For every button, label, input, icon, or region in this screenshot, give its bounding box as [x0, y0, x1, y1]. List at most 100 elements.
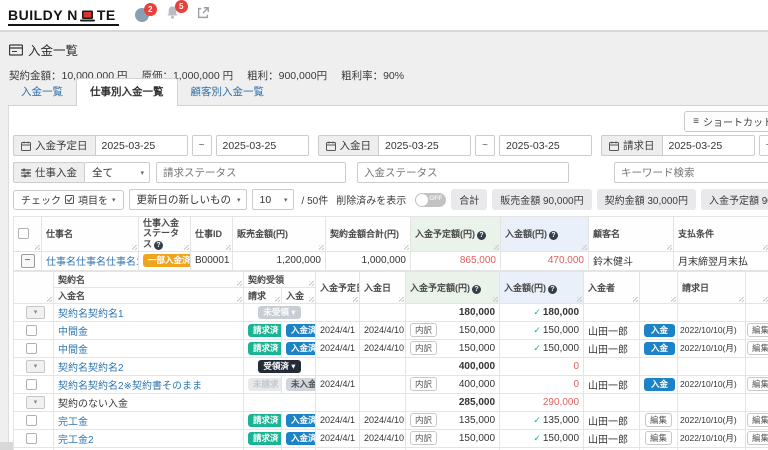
invoice-status-cell: 請求済 [244, 339, 282, 357]
date-to-input[interactable] [499, 135, 592, 156]
breakdown-button[interactable]: 内訳 [410, 323, 437, 337]
job-name-link[interactable]: 仕事名仕事名仕事名1 [46, 257, 139, 268]
expected-amount-text: 135,000 [459, 415, 495, 426]
payment-name-link[interactable]: 中間金 [58, 345, 88, 356]
breakdown-button[interactable]: 内訳 [410, 413, 437, 427]
total-chip: 販売金額 90,000円 [492, 189, 591, 210]
edit-button[interactable]: 編集 [645, 431, 672, 445]
calendar-icon [21, 141, 31, 151]
total-count-text: / 50件 [302, 192, 329, 207]
payment-name-link[interactable]: 完工金2 [58, 435, 94, 446]
row-checkbox[interactable] [26, 415, 37, 426]
chevron-down-button[interactable]: ▾ [26, 396, 45, 409]
page-size-value: 10 [260, 194, 272, 206]
expected-amount-text: 150,000 [459, 325, 495, 336]
row-checkbox[interactable] [26, 343, 37, 354]
paid-amount-text: 290,000 [543, 397, 579, 408]
row-checkbox[interactable] [26, 433, 37, 444]
expected-amount-cell: 内訳 150,000 [406, 321, 500, 339]
paid-amount-text: 180,000 [543, 307, 579, 318]
edit-button[interactable]: 編集 [645, 413, 672, 427]
edit-button[interactable]: 編集 [747, 413, 768, 427]
info-icon[interactable]: ? [477, 231, 486, 240]
tab-仕事別入金一覧[interactable]: 仕事別入金一覧 [76, 78, 178, 106]
receipt-status-cell [244, 393, 316, 411]
row-select-cell: ▾ [14, 303, 54, 321]
payment-button[interactable]: 入金 [644, 324, 675, 337]
action-cell [640, 303, 678, 321]
row-checkbox[interactable] [26, 325, 37, 336]
receipt-status-cell: 未受領 ▾ [244, 303, 316, 321]
payment-status-input[interactable] [357, 162, 569, 183]
show-deleted-toggle[interactable]: OFF [415, 193, 446, 207]
row-select-cell [14, 375, 54, 393]
status-filter-row: 仕事入金 全て ▾ [13, 162, 768, 183]
info-icon[interactable]: ? [472, 285, 481, 294]
info-icon[interactable]: ? [549, 231, 558, 240]
info-icon[interactable]: ? [154, 241, 163, 250]
payment-name-cell: 契約のない入金 [54, 393, 244, 411]
payment-row: ▾契約名契約名1未受領 ▾180,000✓180,000 [14, 303, 768, 321]
row-select-cell [14, 411, 54, 429]
collapse-button[interactable]: − [21, 254, 35, 268]
chat-icon[interactable]: 2 [135, 8, 149, 22]
app-logo[interactable]: BUILDY N TE [8, 5, 119, 26]
scope-select[interactable]: 全て ▾ [84, 162, 150, 183]
customer-cell: 鈴木健斗 [589, 251, 674, 270]
sort-select-value: 更新日の新しいもの [137, 192, 232, 207]
row-checkbox[interactable] [26, 379, 37, 390]
tab-入金一覧[interactable]: 入金一覧 [8, 79, 76, 105]
job-name-cell: 仕事名仕事名仕事名1 [42, 251, 139, 270]
external-link-icon[interactable] [196, 6, 210, 25]
shortcut-button[interactable]: ≡ ショートカット [684, 111, 768, 132]
breakdown-button[interactable]: 内訳 [410, 431, 437, 445]
keyword-search-input[interactable] [614, 162, 768, 183]
payment-name-link[interactable]: 中間金 [58, 327, 88, 338]
edit-button[interactable]: 編集 [747, 341, 768, 355]
sort-select[interactable]: 更新日の新しいもの ▾ [129, 189, 247, 210]
date-from-input[interactable] [378, 135, 471, 156]
date-filter-group: 請求日~ [601, 135, 768, 156]
payment-name-link[interactable]: 契約名契約名1 [58, 309, 124, 320]
edit-button[interactable]: 編集 [747, 323, 768, 337]
tab-顧客別入金一覧[interactable]: 顧客別入金一覧 [178, 79, 278, 105]
check-icon: ✓ [533, 343, 541, 354]
toggle-knob [416, 194, 428, 206]
date-from-input[interactable] [662, 135, 755, 156]
edit-cell: 編集 [746, 339, 768, 357]
date-to-input[interactable] [216, 135, 309, 156]
breakdown-button[interactable]: 内訳 [410, 341, 437, 355]
edit-button[interactable]: 編集 [747, 431, 768, 445]
job-payment-filter-label: 仕事入金 [13, 162, 84, 183]
payer-cell [584, 303, 640, 321]
check-items-button[interactable]: チェック 項目を ▾ [13, 190, 124, 210]
select-all-checkbox[interactable] [18, 228, 29, 239]
breakdown-button[interactable]: 内訳 [410, 377, 437, 391]
page-title: 入金一覧 [28, 40, 78, 59]
invoice-status-input[interactable] [156, 162, 346, 183]
payment-name-link[interactable]: 完工金 [58, 417, 88, 428]
payer-cell: 山田一郎 [584, 321, 640, 339]
payment-button[interactable]: 入金 [644, 378, 675, 391]
receipt-status-badge[interactable]: 未受領 ▾ [258, 306, 300, 319]
page-size-select[interactable]: 10 ▾ [252, 189, 294, 210]
job-row: − 仕事名仕事名仕事名1 一部入金済 B00001 1,200,000 1,00… [14, 251, 768, 270]
payment-status-cell: 入金済 [282, 429, 316, 447]
date-from-input[interactable] [95, 135, 188, 156]
expected-amount-wrap: 内訳150,000 [410, 341, 495, 355]
action-cell: 入金 [640, 339, 678, 357]
chevron-down-button[interactable]: ▾ [26, 360, 45, 373]
payment-button[interactable]: 入金 [644, 342, 675, 355]
bell-icon[interactable]: 5 [165, 5, 180, 25]
paid-date-header: 入金日 [360, 271, 406, 303]
payment-status-badge: 入金済 [286, 432, 316, 445]
edit-button[interactable]: 編集 [747, 377, 768, 391]
expected-date-cell: 2024/4/1 [316, 411, 360, 429]
payment-name-link[interactable]: 契約名契約名2※契約書そのまま [58, 381, 202, 392]
info-icon[interactable]: ? [548, 285, 557, 294]
expected-date-cell [316, 303, 360, 321]
contract-name-header: 契約名 [54, 271, 244, 287]
payment-name-link[interactable]: 契約名契約名2 [58, 363, 124, 374]
receipt-status-badge[interactable]: 受領済 ▾ [258, 360, 300, 373]
chevron-down-button[interactable]: ▾ [26, 306, 45, 319]
